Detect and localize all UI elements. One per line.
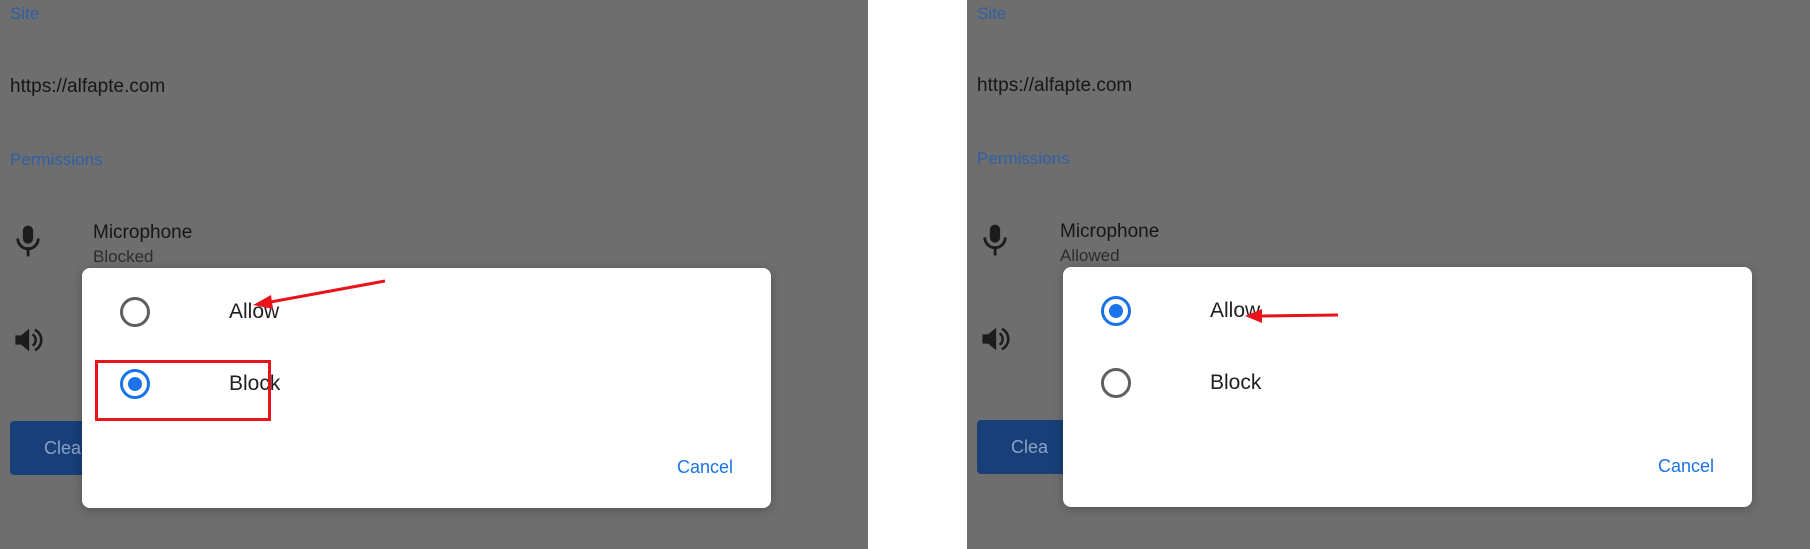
speaker-icon <box>982 327 1010 351</box>
highlight-box-block-option <box>95 360 271 421</box>
microphone-icon <box>16 225 40 257</box>
allow-radio[interactable] <box>120 297 150 327</box>
site-section-label: Site <box>10 4 40 23</box>
cancel-button[interactable]: Cancel <box>677 457 733 478</box>
speaker-icon <box>15 328 43 352</box>
block-option[interactable]: Block <box>1101 361 1401 405</box>
right-screenshot-panel: Site https://alfapte.com Permissions Mic… <box>967 0 1810 549</box>
block-option-label: Block <box>1210 371 1262 394</box>
allow-option-label: Allow <box>1210 299 1261 322</box>
allow-option[interactable]: Allow <box>120 290 420 334</box>
left-screenshot-panel: Site https://alfapte.com Permissions Mic… <box>0 0 868 549</box>
microphone-permission-status: Allowed <box>1060 246 1120 265</box>
microphone-permission-title[interactable]: Microphone <box>93 222 192 244</box>
microphone-permission-status: Blocked <box>93 247 154 266</box>
cancel-button[interactable]: Cancel <box>1658 456 1714 477</box>
allow-option-label: Allow <box>229 300 280 323</box>
permissions-section-label: Permissions <box>977 149 1070 168</box>
site-url: https://alfapte.com <box>977 75 1133 96</box>
site-section-label: Site <box>977 4 1007 23</box>
permissions-section-label: Permissions <box>10 150 103 169</box>
allow-option[interactable]: Allow <box>1101 289 1401 333</box>
microphone-icon <box>983 224 1007 256</box>
block-radio[interactable] <box>1101 368 1131 398</box>
allow-radio-selected[interactable] <box>1101 296 1131 326</box>
site-url: https://alfapte.com <box>10 76 166 97</box>
microphone-permission-title[interactable]: Microphone <box>1060 221 1159 243</box>
radio-dot <box>1109 304 1123 318</box>
permission-choice-dialog: Allow Block Cancel <box>1063 267 1752 507</box>
